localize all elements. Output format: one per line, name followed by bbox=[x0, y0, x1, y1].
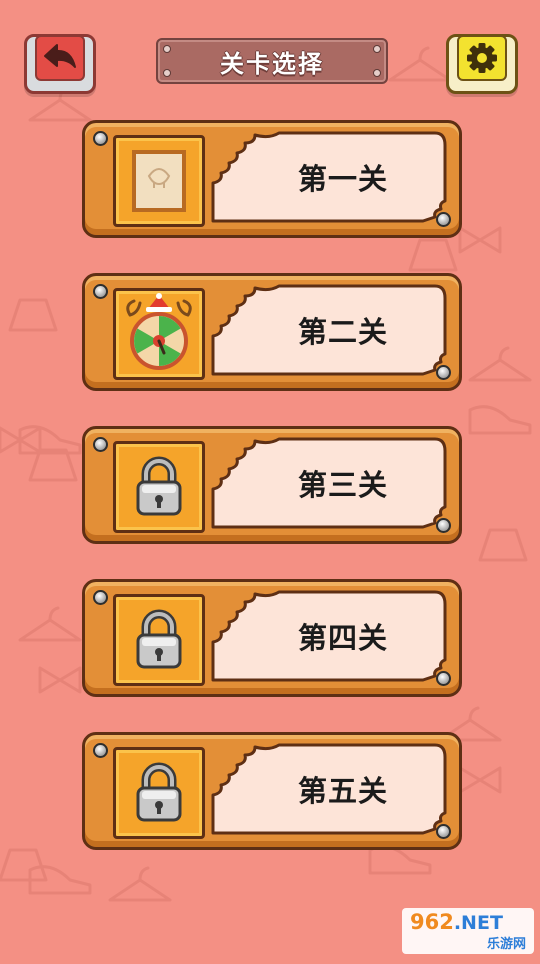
back-button-face bbox=[35, 35, 85, 81]
level-thumbnail bbox=[113, 288, 205, 380]
level-label-panel: 第三关 bbox=[209, 437, 449, 529]
padlock-icon bbox=[136, 762, 182, 822]
level-thumbnail bbox=[113, 441, 205, 533]
level-name: 第四关 bbox=[297, 621, 388, 655]
back-button[interactable] bbox=[24, 34, 96, 94]
padlock-icon bbox=[136, 456, 182, 516]
watermark-sub: 乐游网 bbox=[486, 937, 526, 952]
level-thumbnail bbox=[113, 594, 205, 686]
screw bbox=[93, 743, 108, 758]
gear-icon bbox=[467, 43, 497, 73]
picture-frame-icon bbox=[132, 150, 186, 212]
level-card-4[interactable]: 第四关 bbox=[82, 579, 462, 697]
level-thumbnail bbox=[113, 135, 205, 227]
reindeer-wheel-icon bbox=[126, 293, 192, 370]
settings-button-face bbox=[457, 35, 507, 81]
settings-button[interactable] bbox=[446, 34, 518, 94]
screw bbox=[93, 131, 108, 146]
padlock-icon bbox=[136, 609, 182, 669]
level-card-1[interactable]: 第一关 bbox=[82, 120, 462, 238]
screw bbox=[93, 284, 108, 299]
back-arrow-icon bbox=[44, 44, 76, 68]
watermark-brand-line: 962.NET bbox=[410, 910, 503, 934]
level-label-panel: 第一关 bbox=[209, 131, 449, 223]
watermark-domain: .NET bbox=[453, 912, 503, 934]
level-thumbnail bbox=[113, 747, 205, 839]
page-title: 关卡选择 bbox=[220, 49, 324, 78]
level-name: 第一关 bbox=[297, 162, 388, 196]
screw bbox=[93, 437, 108, 452]
level-card-3[interactable]: 第三关 bbox=[82, 426, 462, 544]
level-card-2[interactable]: 第二关 bbox=[82, 273, 462, 391]
watermark-logo: 962.NET 乐游网 bbox=[402, 908, 534, 954]
level-card-5[interactable]: 第五关 bbox=[82, 732, 462, 850]
watermark-brand: 962 bbox=[410, 910, 454, 934]
level-label-panel: 第二关 bbox=[209, 284, 449, 376]
level-name: 第二关 bbox=[297, 315, 388, 349]
screw bbox=[93, 590, 108, 605]
level-label-panel: 第五关 bbox=[209, 743, 449, 835]
title-plate: 关卡选择 bbox=[156, 38, 388, 84]
level-label-panel: 第四关 bbox=[209, 590, 449, 682]
level-name: 第五关 bbox=[297, 774, 388, 808]
level-name: 第三关 bbox=[297, 468, 388, 502]
